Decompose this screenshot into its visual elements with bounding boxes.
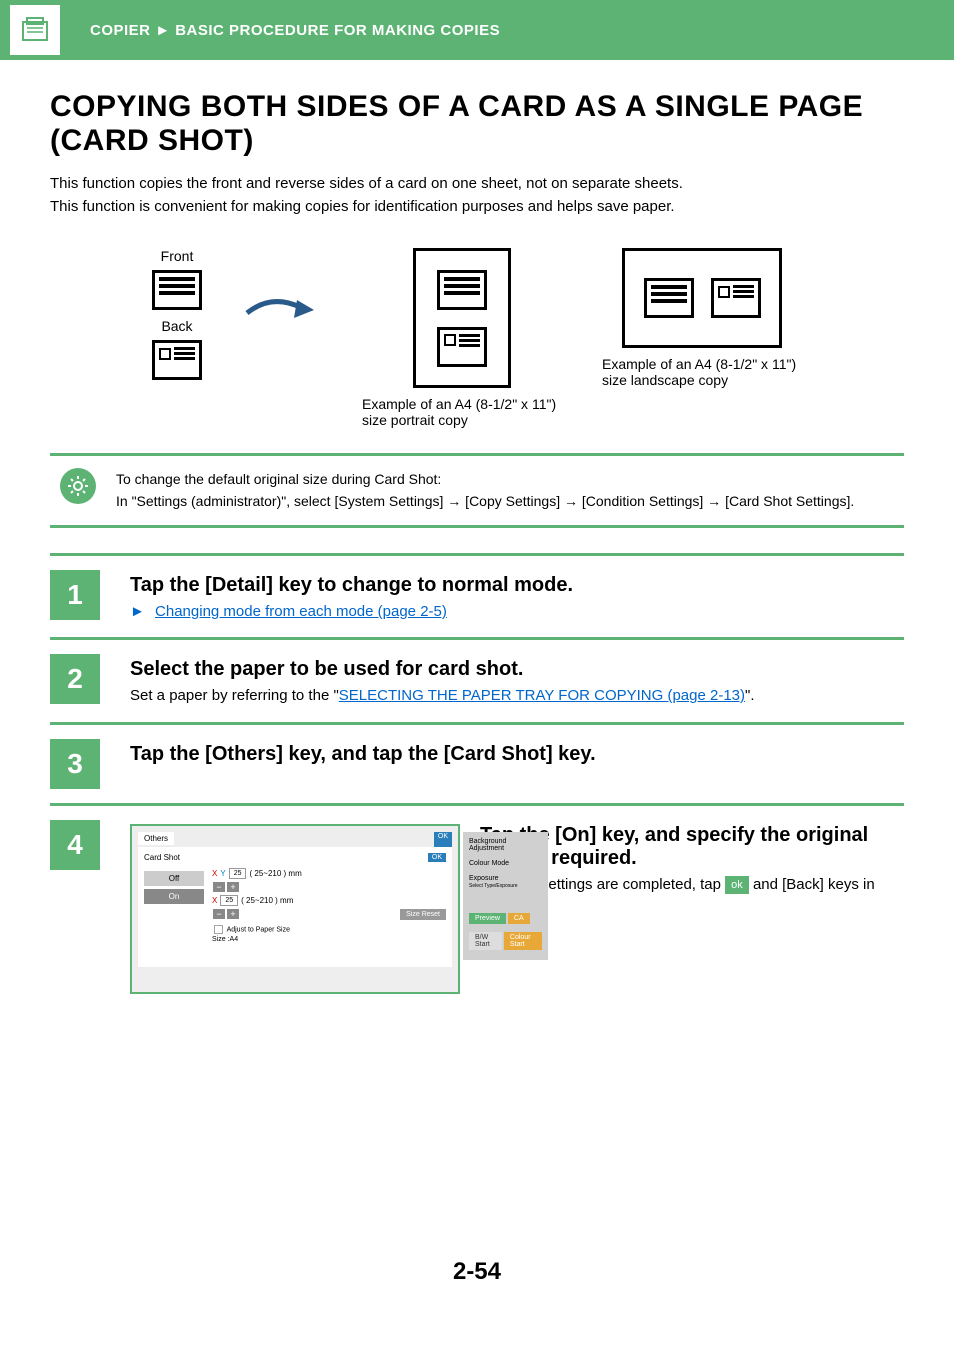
minus-button-2[interactable]: − — [213, 909, 225, 919]
minus-button[interactable]: − — [213, 882, 225, 892]
note-text: To change the default original size duri… — [116, 468, 854, 513]
step-title: Tap the [Detail] key to change to normal… — [130, 574, 904, 597]
paper-tray-link[interactable]: SELECTING THE PAPER TRAY FOR COPYING (pa… — [339, 687, 745, 704]
panel-cardshot-label: Card Shot — [144, 853, 180, 862]
adjust-label: Adjust to Paper Size — [227, 926, 290, 933]
preview-button[interactable]: Preview — [469, 913, 506, 924]
note-box: To change the default original size duri… — [50, 453, 904, 528]
step-number: 1 — [50, 570, 100, 620]
step-title: Select the paper to be used for card sho… — [130, 658, 904, 681]
step-number: 3 — [50, 739, 100, 789]
colour-start-button[interactable]: Colour Start — [504, 932, 542, 950]
y-range: ( 25~210 ) mm — [249, 869, 301, 878]
size-reset-button[interactable]: Size Reset — [400, 909, 446, 920]
back-label: Back — [161, 318, 192, 334]
landscape-example: Example of an A4 (8-1/2" x 11") size lan… — [602, 248, 802, 388]
panel-ok-top[interactable]: OK — [434, 832, 452, 847]
side-panel: Background Adjustment Colour Mode Exposu… — [463, 832, 548, 960]
changing-mode-link[interactable]: Changing mode from each mode (page 2-5) — [155, 603, 447, 620]
breadcrumb-section[interactable]: COPIER — [90, 22, 151, 39]
x-range: ( 25~210 ) mm — [241, 896, 293, 905]
step-number: 4 — [50, 820, 100, 870]
x-label: X — [212, 869, 217, 878]
breadcrumb: COPIER ► BASIC PROCEDURE FOR MAKING COPI… — [90, 22, 500, 39]
y-input[interactable]: 25 — [229, 868, 247, 879]
ok-inline-icon: ok — [725, 876, 749, 895]
bw-start-button[interactable]: B/W Start — [469, 932, 502, 950]
ca-button[interactable]: CA — [508, 913, 530, 924]
x-input[interactable]: 25 — [220, 895, 238, 906]
side-colour-mode[interactable]: Colour Mode — [467, 858, 544, 869]
step-1: 1 Tap the [Detail] key to change to norm… — [50, 553, 904, 638]
adjust-checkbox[interactable] — [214, 925, 223, 934]
plus-button[interactable]: + — [227, 882, 239, 892]
landscape-caption: Example of an A4 (8-1/2" x 11") size lan… — [602, 356, 802, 388]
step-3: 3 Tap the [Others] key, and tap the [Car… — [50, 722, 904, 803]
source-cards: Front Back — [152, 248, 202, 388]
x-label-2: X — [212, 896, 217, 905]
y-label: Y — [220, 869, 225, 878]
breadcrumb-sep: ► — [155, 22, 170, 39]
card-shot-panel: Others OK Card Shot OK Off On — [130, 824, 460, 994]
diagram: Front Back Example of an A4 (8-1/2" x 11… — [50, 248, 904, 428]
portrait-example: Example of an A4 (8-1/2" x 11") size por… — [362, 248, 562, 428]
step-2: 2 Select the paper to be used for card s… — [50, 637, 904, 722]
side-exposure[interactable]: ExposureSelect Type/Exposure — [467, 873, 544, 891]
landscape-sheet-icon — [622, 248, 782, 348]
portrait-sheet-icon — [413, 248, 511, 388]
settings-gear-icon — [60, 468, 96, 504]
off-button[interactable]: Off — [144, 871, 204, 886]
side-bg-adjust[interactable]: Background Adjustment — [467, 836, 544, 854]
header-bar: COPIER ► BASIC PROCEDURE FOR MAKING COPI… — [0, 0, 954, 60]
portrait-caption: Example of an A4 (8-1/2" x 11") size por… — [362, 396, 562, 428]
panel-others-tab[interactable]: Others — [138, 832, 174, 845]
on-button[interactable]: On — [144, 889, 204, 904]
copier-icon — [10, 5, 60, 55]
intro-text: This function copies the front and rever… — [50, 173, 904, 218]
arrow-icon — [242, 248, 322, 333]
plus-button-2[interactable]: + — [227, 909, 239, 919]
page-title: COPYING BOTH SIDES OF A CARD AS A SINGLE… — [50, 90, 904, 158]
step-4: 4 Others OK Card Shot OK Off On — [50, 803, 904, 1008]
link-arrow-icon: ► — [130, 603, 145, 620]
breadcrumb-page[interactable]: BASIC PROCEDURE FOR MAKING COPIES — [175, 22, 500, 39]
page-number: 2-54 — [50, 1258, 904, 1286]
panel-ok-inner[interactable]: OK — [428, 853, 446, 862]
card-back-icon — [152, 340, 202, 380]
step-number: 2 — [50, 654, 100, 704]
front-label: Front — [161, 248, 194, 264]
step-title: Tap the [Others] key, and tap the [Card … — [130, 743, 904, 766]
card-front-icon — [152, 270, 202, 310]
